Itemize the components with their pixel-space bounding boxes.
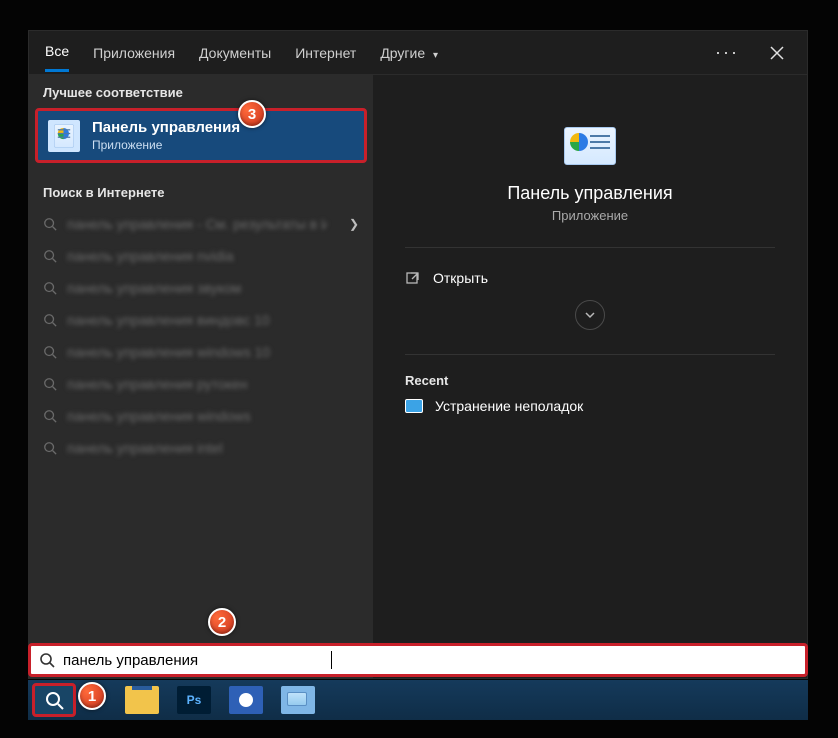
tab-documents[interactable]: Документы [199, 35, 271, 71]
web-result-item[interactable]: панель управления windows 10 [29, 336, 373, 368]
web-result-text: панель управления intel [67, 440, 223, 456]
web-results-header: Поиск в Интернете [29, 175, 373, 208]
best-match-subtitle: Приложение [92, 138, 240, 152]
search-icon [43, 217, 57, 231]
tab-apps[interactable]: Приложения [93, 35, 175, 71]
web-result-item[interactable]: панель управления intel [29, 432, 373, 464]
caret-down-icon: ▾ [433, 50, 438, 61]
expand-actions-button[interactable] [575, 300, 605, 330]
taskbar: Ps [28, 680, 808, 720]
search-icon [43, 409, 57, 423]
web-result-item[interactable]: панель управления windows [29, 400, 373, 432]
annotation-badge-2: 2 [208, 608, 236, 636]
annotation-badge-3: 3 [238, 100, 266, 128]
chevron-right-icon: ❯ [349, 217, 359, 231]
web-result-item[interactable]: панель управления рутокен [29, 368, 373, 400]
search-icon [43, 377, 57, 391]
web-result-text: панель управления nvidia [67, 248, 234, 264]
web-result-text: панель управления звуком [67, 280, 241, 296]
open-icon [405, 270, 421, 286]
divider [405, 247, 775, 248]
web-result-item[interactable]: панель управления - См. результаты в Инт… [29, 208, 373, 240]
taskbar-photo-viewer[interactable] [276, 683, 320, 717]
search-icon [43, 441, 57, 455]
taskbar-photoshop[interactable]: Ps [172, 683, 216, 717]
search-icon [43, 249, 57, 263]
open-label: Открыть [433, 270, 488, 286]
close-button[interactable] [763, 39, 791, 67]
text-cursor [331, 651, 332, 669]
recent-item-icon [405, 399, 423, 413]
control-panel-large-icon [564, 127, 616, 165]
web-result-text: панель управления windows 10 [67, 344, 270, 360]
search-icon [44, 690, 64, 710]
tab-all[interactable]: Все [45, 33, 69, 72]
best-match-item[interactable]: Панель управления Приложение [35, 108, 367, 163]
search-tabs: Все Приложения Документы Интернет Другие… [29, 31, 807, 75]
tab-other-label: Другие [380, 45, 425, 61]
tab-other[interactable]: Другие ▾ [380, 35, 438, 71]
tab-internet[interactable]: Интернет [295, 35, 356, 71]
detail-subtitle: Приложение [552, 208, 628, 223]
control-panel-icon [48, 120, 80, 152]
search-icon [43, 281, 57, 295]
search-icon [43, 313, 57, 327]
web-result-item[interactable]: панель управления виндовс 10 [29, 304, 373, 336]
web-result-item[interactable]: панель управления звуком [29, 272, 373, 304]
web-result-text: панель управления windows [67, 408, 251, 424]
recent-item[interactable]: Устранение неполадок [405, 398, 775, 414]
recent-item-label: Устранение неполадок [435, 398, 583, 414]
more-options-button[interactable]: ··· [715, 42, 739, 63]
detail-pane: Панель управления Приложение Открыть Rec… [373, 75, 807, 678]
best-match-title: Панель управления [92, 119, 240, 136]
web-result-text: панель управления - См. результаты в Инт… [67, 216, 327, 232]
results-pane: Лучшее соответствие Панель управления Пр… [29, 75, 373, 678]
detail-title: Панель управления [507, 183, 672, 204]
taskbar-search-button[interactable] [32, 683, 76, 717]
search-input[interactable] [63, 652, 323, 669]
best-match-header: Лучшее соответствие [29, 75, 373, 108]
search-icon [43, 345, 57, 359]
web-result-item[interactable]: панель управления nvidia [29, 240, 373, 272]
search-icon [39, 652, 55, 668]
web-result-text: панель управления виндовс 10 [67, 312, 270, 328]
taskbar-app-generic[interactable] [224, 683, 268, 717]
chevron-down-icon [584, 309, 596, 321]
open-action[interactable]: Открыть [405, 266, 775, 290]
search-bar[interactable] [28, 643, 808, 677]
annotation-badge-1: 1 [78, 682, 106, 710]
web-result-text: панель управления рутокен [67, 376, 248, 392]
divider [405, 354, 775, 355]
recent-header: Recent [405, 373, 775, 388]
taskbar-file-explorer[interactable] [120, 683, 164, 717]
close-icon [770, 46, 784, 60]
